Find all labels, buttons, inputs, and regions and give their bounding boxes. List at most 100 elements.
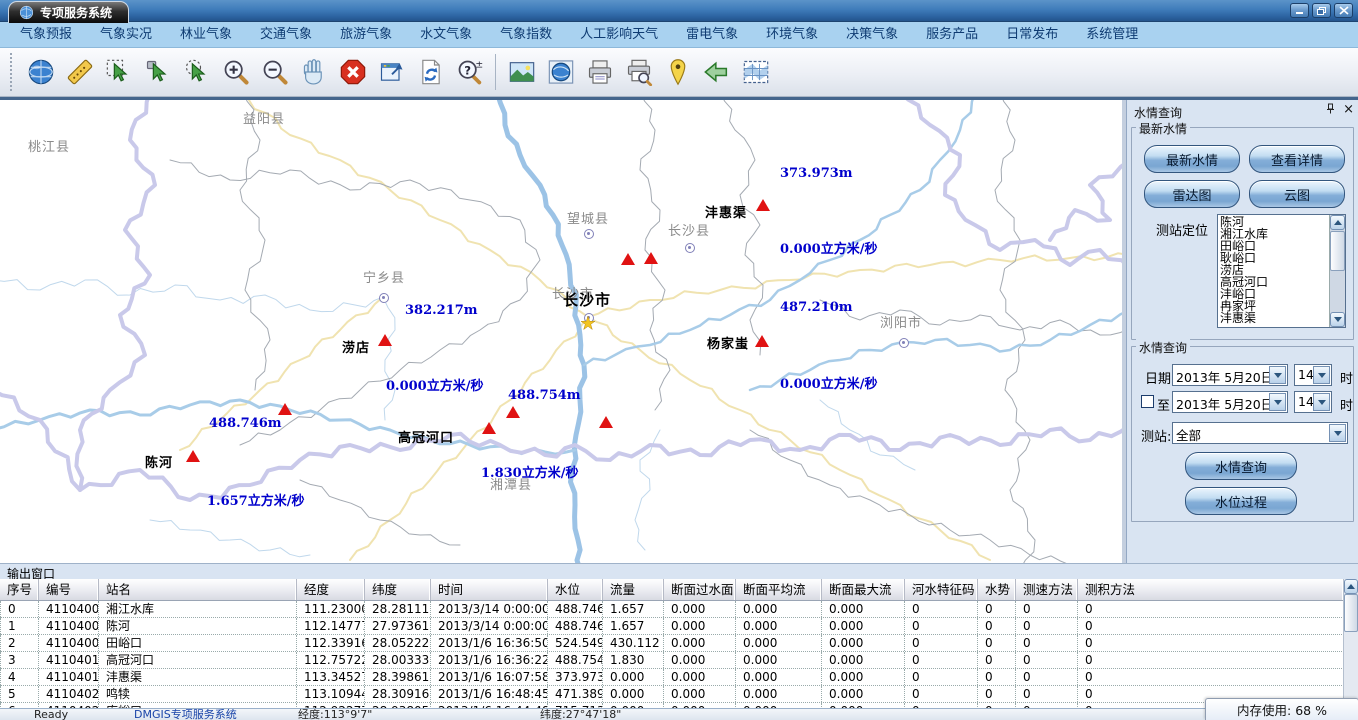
station-listbox[interactable]: 陈河湘江水库田峪口耿峪口涝店高冠河口沣峪口冉家坪沣惠渠 (1217, 214, 1346, 328)
memory-usage-popup: 内存使用: 68 % (1205, 698, 1358, 720)
menu-item[interactable]: 环境气象 (752, 22, 832, 47)
minimize-button[interactable] (1290, 3, 1309, 18)
station-marker-icon[interactable] (278, 403, 292, 415)
table-scrollbar[interactable] (1343, 579, 1358, 708)
view-details-button[interactable]: 查看详情 (1249, 145, 1345, 173)
latest-water-button[interactable]: 最新水情 (1144, 145, 1240, 173)
menu-item[interactable]: 气象实况 (86, 22, 166, 47)
menu-item[interactable]: 服务产品 (912, 22, 992, 47)
station-list-item[interactable]: 沣惠渠 (1219, 312, 1329, 324)
zoom-in-button[interactable] (219, 54, 252, 90)
scroll-up-icon[interactable] (1344, 579, 1358, 594)
station-marker-icon[interactable] (482, 422, 496, 434)
table-row[interactable]: 141104002陈河112.14777827.9736112013/3/14 … (0, 618, 1344, 635)
header-cell[interactable]: 站名 (99, 579, 297, 600)
scroll-down-icon[interactable] (1330, 312, 1345, 327)
image-export-button[interactable] (505, 54, 538, 90)
stop-button[interactable] (336, 54, 369, 90)
table-cell: 2013/3/14 0:00:00 (431, 601, 548, 617)
map-overview-button[interactable] (739, 54, 772, 90)
station-select[interactable]: 全部 (1172, 422, 1348, 444)
radar-image-button[interactable]: 雷达图 (1144, 180, 1240, 208)
print-button[interactable] (583, 54, 616, 90)
table-row[interactable]: 241104004田峪口112.33916728.0522222013/1/6 … (0, 635, 1344, 652)
back-button[interactable] (700, 54, 733, 90)
menu-item[interactable]: 人工影响天气 (566, 22, 672, 47)
header-cell[interactable]: 流量 (603, 579, 664, 600)
pin-icon[interactable] (1325, 103, 1335, 117)
close-button[interactable] (1334, 3, 1353, 18)
header-cell[interactable]: 断面过水面 (664, 579, 736, 600)
hour-select-end[interactable]: 14 (1294, 391, 1332, 413)
measure-button[interactable] (63, 54, 96, 90)
table-cell: 0 (1016, 618, 1078, 634)
station-marker-icon[interactable] (378, 334, 392, 346)
header-cell[interactable]: 测速方法 (1016, 579, 1078, 600)
water-query-button[interactable]: 水情查询 (1185, 452, 1297, 480)
menu-item[interactable]: 交通气象 (246, 22, 326, 47)
header-cell[interactable]: 序号 (0, 579, 39, 600)
header-cell[interactable]: 时间 (431, 579, 548, 600)
locate-pin-button[interactable] (661, 54, 694, 90)
select-cursor-button[interactable] (141, 54, 174, 90)
station-marker-icon[interactable] (599, 416, 613, 428)
select-circle-button[interactable] (180, 54, 213, 90)
menu-item[interactable]: 气象预报 (6, 22, 86, 47)
station-marker-icon[interactable] (644, 252, 658, 264)
header-cell[interactable]: 断面最大流 (822, 579, 905, 600)
header-cell[interactable]: 经度 (297, 579, 365, 600)
station-marker-icon[interactable] (506, 406, 520, 418)
menu-item[interactable]: 水文气象 (406, 22, 486, 47)
menu-item[interactable]: 旅游气象 (326, 22, 406, 47)
globe-button[interactable] (24, 54, 57, 90)
header-cell[interactable]: 编号 (39, 579, 99, 600)
map-panel[interactable]: 益阳县桃江县宁乡县望城县长沙县长沙市浏阳市湘潭县沣惠渠涝店杨家蚩高冠河口陈河长沙… (0, 100, 1122, 563)
cloud-image-button[interactable]: 云图 (1249, 180, 1345, 208)
header-cell[interactable]: 水势 (978, 579, 1016, 600)
header-cell[interactable]: 水位 (548, 579, 603, 600)
menu-item[interactable]: 气象指数 (486, 22, 566, 47)
pan-button[interactable] (297, 54, 330, 90)
menu-item[interactable]: 日常发布 (992, 22, 1072, 47)
world-view-button[interactable] (544, 54, 577, 90)
scrollbar-thumb[interactable] (1344, 594, 1358, 632)
header-cell[interactable]: 纬度 (365, 579, 431, 600)
identify-button[interactable]: ?± (453, 54, 486, 90)
menu-item[interactable]: 雷电气象 (672, 22, 752, 47)
station-marker-icon[interactable] (621, 253, 635, 265)
zoom-out-button[interactable] (258, 54, 291, 90)
export-map-button[interactable] (375, 54, 408, 90)
chevron-down-icon[interactable] (1313, 366, 1330, 384)
to-checkbox[interactable] (1141, 395, 1154, 408)
menu-item[interactable]: 林业气象 (166, 22, 246, 47)
hour-select[interactable]: 14 (1294, 364, 1332, 386)
chevron-down-icon[interactable] (1269, 366, 1286, 384)
menu-item[interactable]: 系统管理 (1072, 22, 1152, 47)
panel-close-icon[interactable]: × (1343, 105, 1354, 115)
date-select-end[interactable]: 2013年 5月20日 (1172, 391, 1288, 413)
header-cell[interactable]: 测积方法 (1078, 579, 1344, 600)
table-row[interactable]: 441104017沣惠渠113.34527828.3986112013/1/6 … (0, 669, 1344, 686)
water-level-process-button[interactable]: 水位过程 (1185, 487, 1297, 515)
table-row[interactable]: 041104002湘江水库111.23000028.2811112013/3/1… (0, 601, 1344, 618)
restore-button[interactable] (1312, 3, 1331, 18)
scrollbar-thumb[interactable] (1330, 231, 1345, 271)
date-select[interactable]: 2013年 5月20日 (1172, 364, 1288, 386)
refresh-button[interactable] (414, 54, 447, 90)
select-lasso-button[interactable] (102, 54, 135, 90)
table-row[interactable]: 541104022鸣犊113.10944428.3091672013/1/6 1… (0, 686, 1344, 703)
header-cell[interactable]: 河水特征码 (905, 579, 978, 600)
menu-item[interactable]: 决策气象 (832, 22, 912, 47)
chevron-down-icon[interactable] (1313, 393, 1330, 411)
table-cell: 5 (0, 686, 39, 702)
header-cell[interactable]: 断面平均流 (736, 579, 822, 600)
station-marker-icon[interactable] (756, 199, 770, 211)
table-row[interactable]: 341104010高冠河口112.75722228.0033332013/1/6… (0, 652, 1344, 669)
station-marker-icon[interactable] (755, 335, 769, 347)
chevron-down-icon[interactable] (1329, 424, 1346, 442)
station-marker-icon[interactable] (186, 450, 200, 462)
print-preview-button[interactable] (622, 54, 655, 90)
chevron-down-icon[interactable] (1269, 393, 1286, 411)
listbox-scrollbar[interactable] (1329, 215, 1345, 327)
scroll-up-icon[interactable] (1330, 215, 1345, 230)
